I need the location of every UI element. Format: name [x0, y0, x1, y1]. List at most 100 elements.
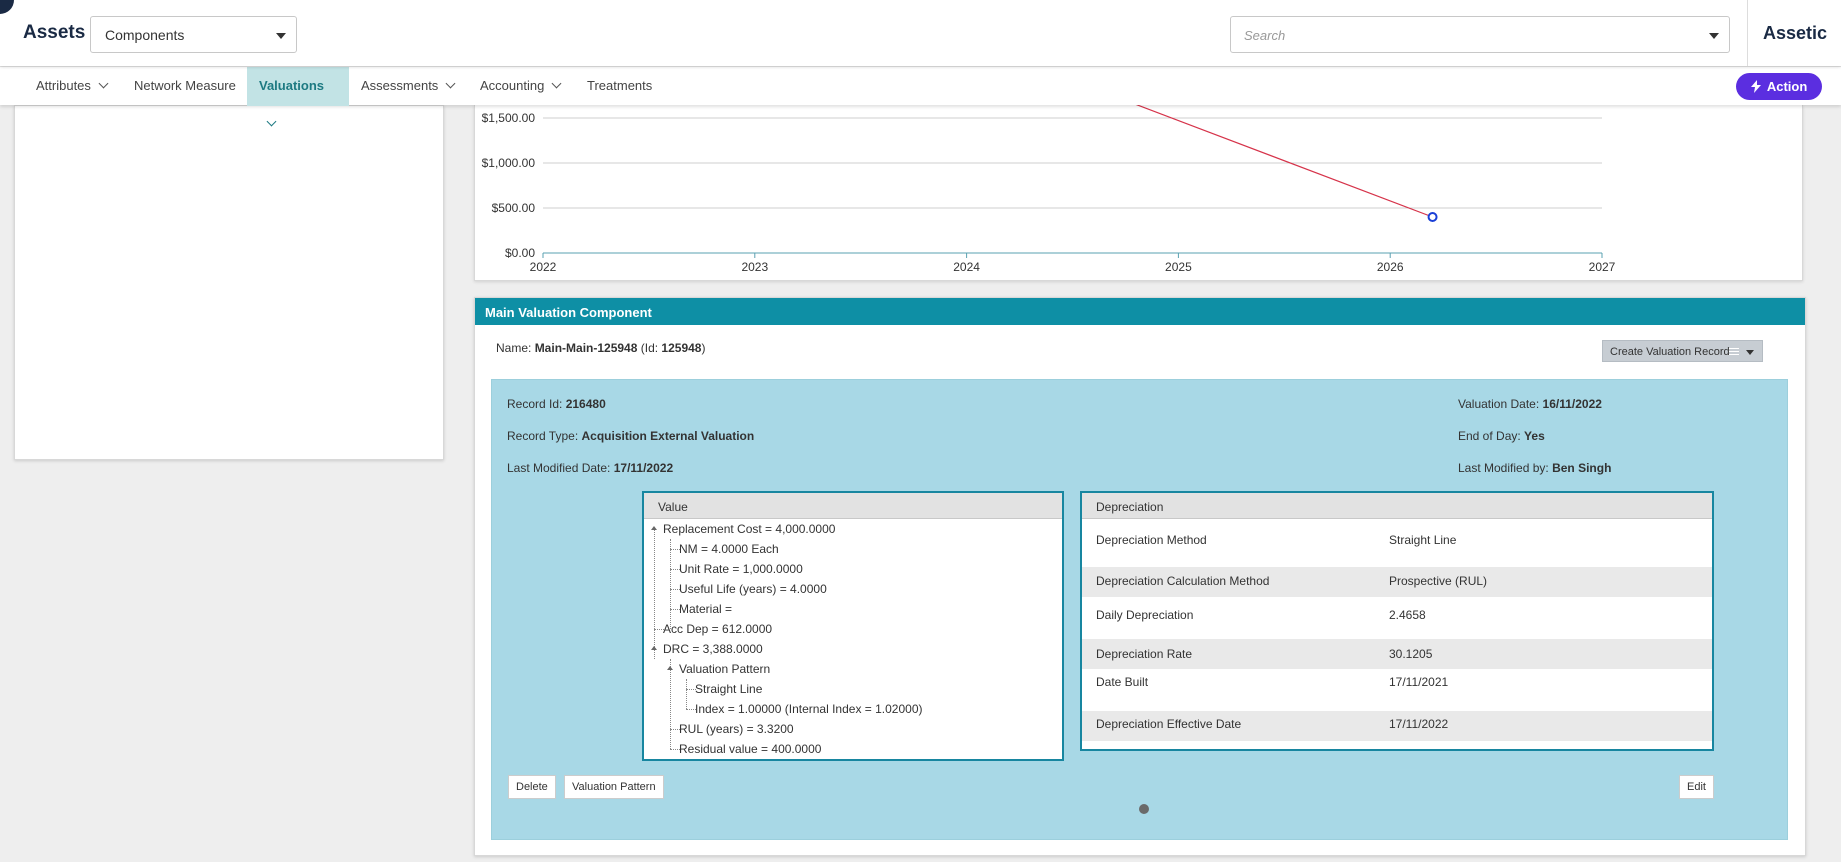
- depreciation-row: Depreciation Calculation Method Prospecti…: [1082, 567, 1712, 597]
- tree-node[interactable]: Useful Life (years) = 4.0000: [679, 579, 827, 599]
- action-label: Action: [1766, 79, 1808, 94]
- id-label: (Id:: [640, 341, 659, 355]
- x-tick-label: 2027: [1589, 260, 1616, 274]
- y-tick-label: $0.00: [505, 246, 535, 260]
- depreciation-row: Depreciation Method Straight Line: [1082, 525, 1712, 555]
- lightning-icon: [1750, 79, 1767, 94]
- tab-assessments[interactable]: Assessments: [349, 67, 466, 106]
- name-label: Name:: [496, 341, 532, 355]
- value-panel-title: Value: [644, 493, 1062, 519]
- component-name: Name: Main-Main-125948 (Id: 125948): [496, 341, 705, 355]
- depreciation-panel-title: Depreciation: [1082, 493, 1712, 519]
- field-label: Valuation Date:: [1458, 397, 1540, 411]
- tree-line: [670, 539, 671, 629]
- row-label: Daily Depreciation: [1096, 608, 1194, 622]
- depreciation-row: Depreciation Effective Date 17/11/2022: [1082, 711, 1712, 741]
- collapse-toggle-icon[interactable]: [667, 666, 673, 670]
- caret-down-icon: [1746, 350, 1754, 355]
- tab-treatments[interactable]: Treatments: [575, 67, 664, 106]
- menu-icon: [1729, 348, 1739, 355]
- tree-line: [686, 679, 687, 709]
- tab-label: Assessments: [361, 78, 439, 93]
- row-value: 30.1205: [1389, 647, 1433, 661]
- tree-node[interactable]: Unit Rate = 1,000.0000: [679, 559, 803, 579]
- pager-dot[interactable]: [1139, 804, 1149, 814]
- end-of-day: End of Day: Yes: [1458, 429, 1545, 443]
- tree-node[interactable]: DRC = 3,388.0000: [663, 639, 763, 659]
- record-id: Record Id: 216480: [507, 397, 606, 411]
- tab-label: Attributes: [36, 78, 91, 93]
- row-value: Prospective (RUL): [1389, 574, 1488, 588]
- module-select[interactable]: Components: [90, 16, 297, 53]
- y-tick-label: $1,000.00: [482, 156, 536, 170]
- x-tick-label: 2022: [530, 260, 557, 274]
- collapse-toggle-icon[interactable]: [651, 646, 657, 650]
- field-value: 16/11/2022: [1542, 397, 1602, 411]
- tab-accounting[interactable]: Accounting: [468, 67, 572, 106]
- valuation-pattern-button[interactable]: Valuation Pattern: [564, 775, 664, 799]
- tree-node[interactable]: NM = 4.0000 Each: [679, 539, 779, 559]
- name-value: Main-Main-125948: [534, 341, 638, 355]
- tab-attributes[interactable]: Attributes: [24, 67, 119, 106]
- tree-node[interactable]: Replacement Cost = 4,000.0000: [663, 519, 835, 539]
- field-value: Acquisition External Valuation: [581, 429, 755, 443]
- row-label: Depreciation Calculation Method: [1096, 574, 1270, 588]
- valuation-record: Record Id: 216480 Record Type: Acquisiti…: [491, 379, 1788, 840]
- valuation-date: Valuation Date: 16/11/2022: [1458, 397, 1602, 411]
- left-panel: [14, 105, 444, 460]
- caret-down-icon: [276, 33, 286, 39]
- tree-node[interactable]: Straight Line: [695, 679, 762, 699]
- field-value: 17/11/2022: [613, 461, 674, 475]
- field-value: Yes: [1524, 429, 1545, 443]
- x-tick-label: 2023: [741, 260, 768, 274]
- main-valuation-component: Main Valuation Component Name: Main-Main…: [474, 297, 1806, 856]
- tab-valuations[interactable]: Valuations: [247, 67, 349, 127]
- edit-button[interactable]: Edit: [1679, 775, 1714, 799]
- field-label: Last Modified by:: [1458, 461, 1549, 475]
- divider: [1747, 0, 1748, 66]
- module-select-value: Components: [105, 27, 185, 43]
- field-value: Ben Singh: [1552, 461, 1612, 475]
- row-value: 17/11/2021: [1389, 675, 1449, 689]
- create-label: Create Valuation Record: [1610, 346, 1730, 358]
- field-label: End of Day:: [1458, 429, 1521, 443]
- tree-node[interactable]: Valuation Pattern: [679, 659, 770, 679]
- tree-node[interactable]: RUL (years) = 3.3200: [679, 719, 794, 739]
- section-title: Main Valuation Component: [475, 298, 1805, 325]
- tree-node[interactable]: Index = 1.00000 (Internal Index = 1.0200…: [695, 699, 923, 719]
- tab-label: Network Measure: [134, 78, 236, 93]
- row-value: 17/11/2022: [1389, 717, 1449, 731]
- action-button[interactable]: Action: [1736, 73, 1822, 100]
- collapse-toggle-icon[interactable]: [651, 526, 657, 530]
- corner-decoration: [0, 0, 14, 14]
- row-value: Straight Line: [1389, 533, 1457, 547]
- create-valuation-record-button[interactable]: Create Valuation Record: [1602, 340, 1763, 362]
- y-tick-label: $500.00: [492, 201, 536, 215]
- series-line: [1135, 105, 1433, 218]
- row-label: Depreciation Effective Date: [1096, 717, 1242, 731]
- x-tick-label: 2024: [953, 260, 980, 274]
- top-header: Assets Components Search Assetic: [0, 0, 1841, 66]
- x-tick-label: 2025: [1165, 260, 1192, 274]
- tab-label: Treatments: [587, 78, 653, 93]
- y-tick-label: $1,500.00: [482, 111, 536, 125]
- search-input[interactable]: Search: [1230, 16, 1730, 53]
- delete-button[interactable]: Delete: [508, 775, 556, 799]
- last-modified-by: Last Modified by: Ben Singh: [1458, 461, 1611, 475]
- last-modified-date: Last Modified Date: 17/11/2022: [507, 461, 673, 475]
- app-title: Assets: [23, 22, 86, 43]
- depreciation-panel: Depreciation Depreciation Method Straight…: [1080, 491, 1714, 751]
- tab-label: Valuations: [259, 78, 325, 93]
- tab-network-measure[interactable]: Network Measure: [122, 67, 248, 106]
- tab-label: Accounting: [480, 78, 545, 93]
- depreciation-row: Depreciation Rate 30.1205: [1082, 639, 1712, 669]
- depreciation-row: Date Built 17/11/2021: [1082, 669, 1712, 711]
- caret-down-icon: [1709, 33, 1719, 39]
- record-type: Record Type: Acquisition External Valuat…: [507, 429, 754, 443]
- tree-node[interactable]: Acc Dep = 612.0000: [663, 619, 772, 639]
- tree-node[interactable]: Material =: [679, 599, 732, 619]
- field-label: Record Id:: [507, 397, 563, 411]
- tree-line: [670, 659, 671, 749]
- valuation-chart: $0.00 $500.00 $1,000.00 $1,500.00 2022 2023 20…: [474, 105, 1803, 281]
- tree-node[interactable]: Residual value = 400.0000: [679, 739, 821, 759]
